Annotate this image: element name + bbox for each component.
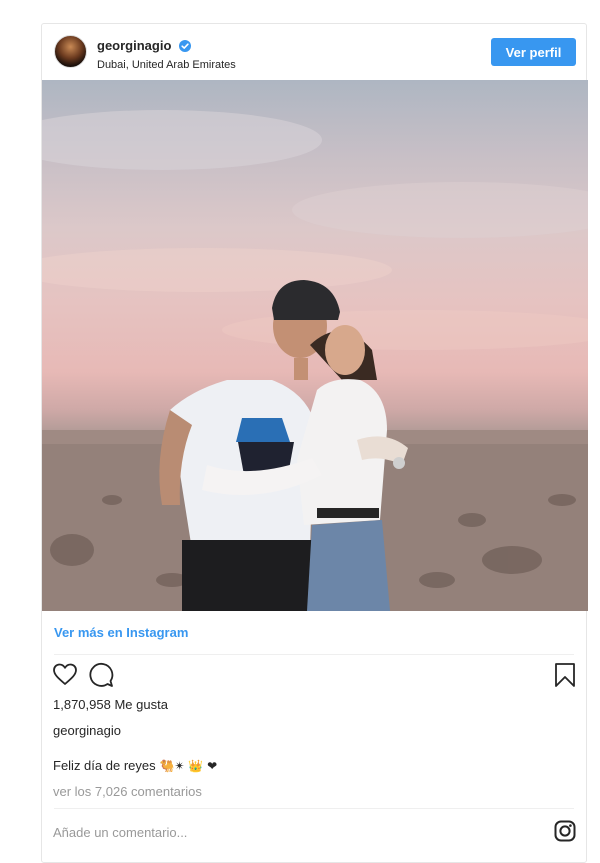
avatar[interactable]	[54, 35, 87, 68]
post-photo[interactable]	[42, 80, 588, 611]
divider	[54, 654, 574, 655]
user-block: georginagio Dubai, United Arab Emirates	[97, 37, 236, 71]
username-link[interactable]: georginagio	[97, 38, 171, 53]
location-link[interactable]: Dubai, United Arab Emirates	[97, 59, 236, 71]
comment-icon[interactable]	[88, 662, 114, 688]
instagram-logo-icon[interactable]	[554, 820, 576, 842]
instagram-embed-card: georginagio Dubai, United Arab Emirates …	[41, 23, 588, 863]
heart-icon[interactable]	[52, 662, 78, 686]
view-profile-button[interactable]: Ver perfil	[491, 38, 576, 66]
add-comment-input[interactable]: Añade un comentario...	[53, 825, 187, 840]
caption-username[interactable]: georginagio	[53, 723, 121, 738]
likes-count[interactable]: 1,870,958 Me gusta	[53, 697, 168, 712]
caption-emojis: 🐫✴ 👑 ❤	[159, 759, 218, 773]
caption-text: Feliz día de reyes	[53, 758, 156, 773]
bookmark-icon[interactable]	[554, 662, 576, 688]
photo-illustration	[42, 110, 588, 611]
post-header: georginagio Dubai, United Arab Emirates …	[42, 24, 586, 80]
divider	[54, 808, 574, 809]
view-comments-link[interactable]: ver los 7,026 comentarios	[53, 784, 202, 799]
see-more-instagram-link[interactable]: Ver más en Instagram	[54, 625, 188, 640]
post-caption: Feliz día de reyes 🐫✴ 👑 ❤	[53, 758, 217, 773]
verified-icon	[178, 39, 191, 52]
